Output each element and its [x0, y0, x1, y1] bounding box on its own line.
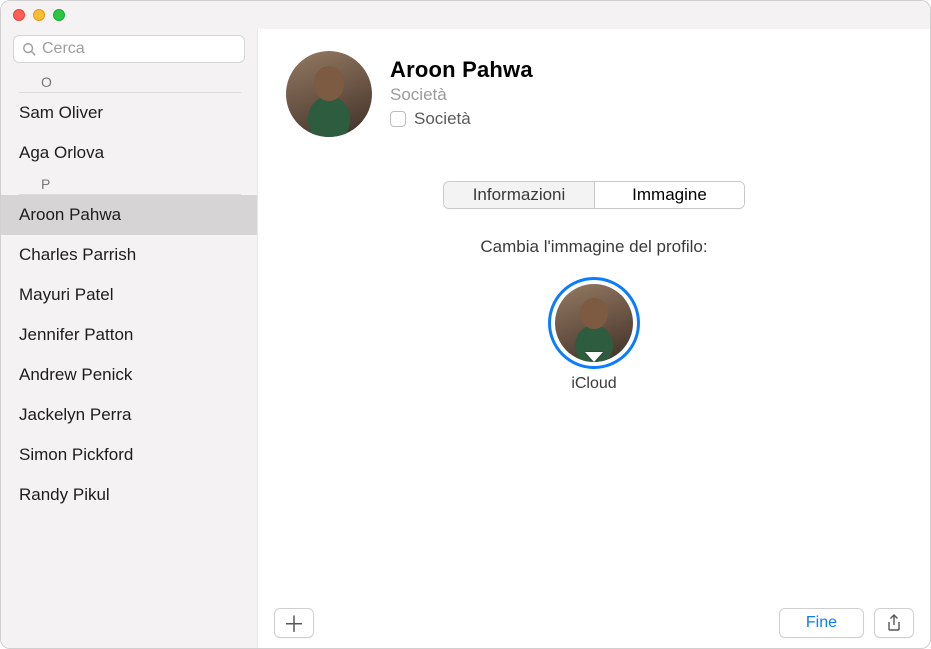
search-icon	[22, 42, 36, 56]
contact-row[interactable]: Jennifer Patton	[1, 315, 257, 355]
contact-row[interactable]: Simon Pickford	[1, 435, 257, 475]
contact-name[interactable]: Aroon Pahwa	[390, 57, 533, 83]
search-input[interactable]	[42, 40, 236, 58]
window-zoom-button[interactable]	[53, 9, 65, 21]
add-button[interactable]: ＋	[274, 608, 314, 638]
contact-row[interactable]: Mayuri Patel	[1, 275, 257, 315]
share-button[interactable]	[874, 608, 914, 638]
contact-row[interactable]: Randy Pikul	[1, 475, 257, 515]
section-header: P	[19, 173, 241, 195]
tab-immagine[interactable]: Immagine	[594, 182, 744, 208]
section-header: O	[19, 71, 241, 93]
profile-option-icloud[interactable]	[548, 277, 640, 369]
tab-informazioni[interactable]: Informazioni	[444, 182, 594, 208]
window-minimize-button[interactable]	[33, 9, 45, 21]
contact-row[interactable]: Sam Oliver	[1, 93, 257, 133]
plus-icon: ＋	[283, 607, 305, 639]
share-icon	[886, 614, 902, 632]
chevron-down-icon	[585, 352, 603, 362]
contact-row[interactable]: Aga Orlova	[1, 133, 257, 173]
contact-list: OSam OliverAga OrlovaPAroon PahwaCharles…	[1, 71, 257, 648]
card-tab-segmented: Informazioni Immagine	[443, 181, 745, 209]
profile-picture-heading: Cambia l'immagine del profilo:	[258, 237, 930, 257]
contact-row[interactable]: Aroon Pahwa	[1, 195, 257, 235]
company-checkbox[interactable]	[390, 111, 406, 127]
company-placeholder[interactable]: Società	[390, 85, 533, 105]
done-button[interactable]: Fine	[779, 608, 864, 638]
contact-avatar[interactable]	[286, 51, 372, 137]
contact-row[interactable]: Jackelyn Perra	[1, 395, 257, 435]
contact-row[interactable]: Charles Parrish	[1, 235, 257, 275]
contact-row[interactable]: Andrew Penick	[1, 355, 257, 395]
window-close-button[interactable]	[13, 9, 25, 21]
profile-option-label: iCloud	[548, 375, 640, 393]
search-field[interactable]	[13, 35, 245, 63]
company-checkbox-label: Società	[414, 109, 471, 129]
profile-option-avatar	[555, 284, 633, 362]
